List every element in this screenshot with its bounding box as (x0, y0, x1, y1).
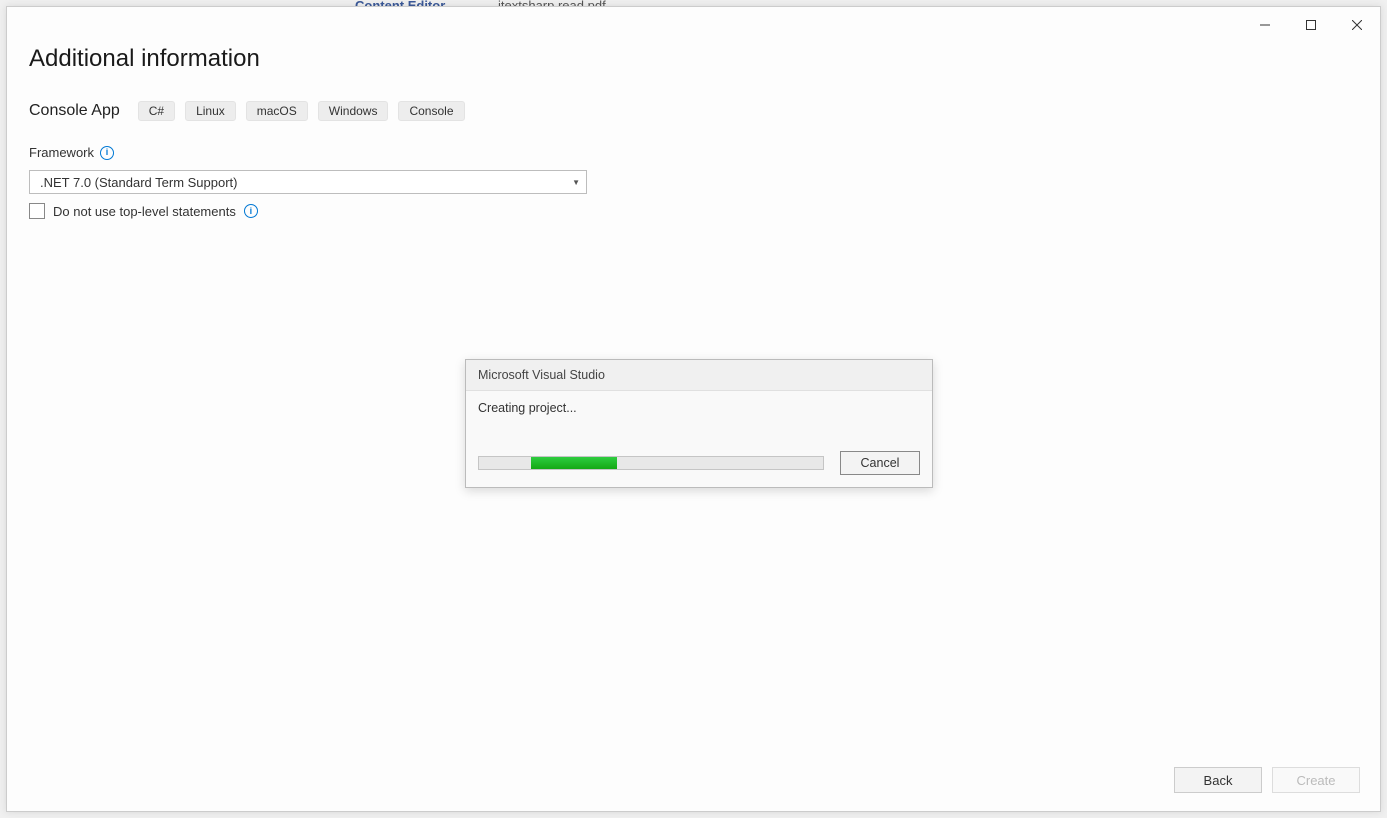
tag-console: Console (398, 101, 464, 121)
tag-linux: Linux (185, 101, 236, 121)
close-button[interactable] (1334, 11, 1380, 39)
back-button[interactable]: Back (1174, 767, 1262, 793)
footer-buttons: Back Create (1174, 767, 1360, 793)
close-icon (1352, 20, 1362, 30)
chevron-down-icon: ▼ (572, 178, 580, 187)
create-button: Create (1272, 767, 1360, 793)
minimize-button[interactable] (1242, 11, 1288, 39)
template-name: Console App (29, 102, 120, 120)
wizard-window: Additional information Console App C# Li… (6, 6, 1381, 812)
top-level-statements-checkbox[interactable] (29, 203, 45, 219)
tag-windows: Windows (318, 101, 389, 121)
dialog-bottom-row: Cancel (478, 451, 920, 475)
cancel-button[interactable]: Cancel (840, 451, 920, 475)
info-icon[interactable]: i (100, 146, 114, 160)
top-level-statements-label: Do not use top-level statements (53, 204, 236, 219)
progress-fill (531, 457, 617, 469)
progress-bar (478, 456, 824, 470)
window-titlebar (1242, 7, 1380, 37)
dialog-title: Microsoft Visual Studio (466, 360, 932, 391)
info-icon[interactable]: i (244, 204, 258, 218)
top-level-statements-row: Do not use top-level statements i (29, 203, 258, 219)
dialog-message: Creating project... (478, 401, 920, 415)
page-title: Additional information (29, 45, 260, 73)
tag-macos: macOS (246, 101, 308, 121)
tag-csharp: C# (138, 101, 175, 121)
framework-selected-value: .NET 7.0 (Standard Term Support) (40, 175, 238, 190)
template-row: Console App C# Linux macOS Windows Conso… (29, 101, 465, 121)
maximize-button[interactable] (1288, 11, 1334, 39)
progress-dialog: Microsoft Visual Studio Creating project… (465, 359, 933, 488)
framework-dropdown[interactable]: .NET 7.0 (Standard Term Support) ▼ (29, 170, 587, 194)
framework-label: Framework (29, 145, 94, 160)
dialog-body: Creating project... Cancel (466, 391, 932, 487)
maximize-icon (1306, 20, 1316, 30)
framework-label-row: Framework i (29, 145, 114, 160)
minimize-icon (1260, 20, 1270, 30)
